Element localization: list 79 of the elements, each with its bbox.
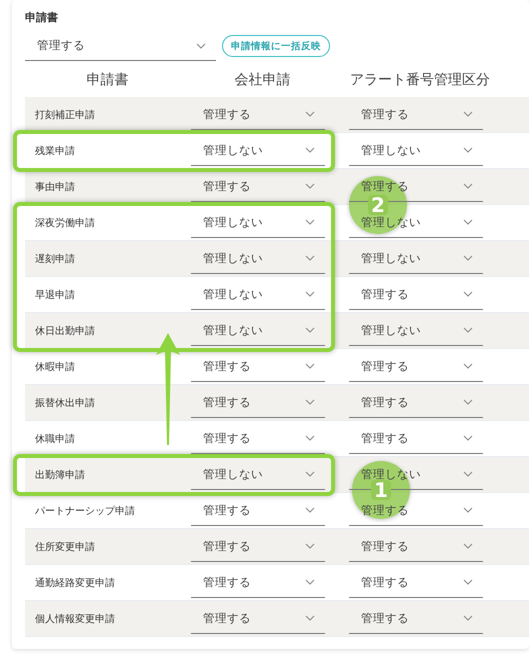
chevron-down-icon bbox=[305, 471, 315, 477]
chevron-down-icon bbox=[305, 327, 315, 333]
request-name: 振替休出申請 bbox=[34, 396, 96, 410]
chevron-down-icon bbox=[305, 579, 315, 585]
chevron-down-icon bbox=[463, 471, 473, 477]
chevron-down-icon bbox=[305, 291, 315, 297]
section-title: 申請書 bbox=[25, 10, 59, 26]
alert-dropdown[interactable]: 管理しない bbox=[349, 244, 483, 274]
company-dropdown[interactable]: 管理する bbox=[191, 424, 325, 454]
company-dropdown[interactable]: 管理しない bbox=[191, 244, 325, 274]
request-name: 休日出勤申請 bbox=[34, 324, 96, 338]
chevron-down-icon bbox=[305, 147, 315, 153]
chevron-down-icon bbox=[305, 183, 315, 189]
alert-dropdown[interactable]: 管理する bbox=[349, 100, 483, 130]
company-dropdown[interactable]: 管理する bbox=[191, 532, 325, 562]
chevron-down-icon bbox=[463, 291, 473, 297]
chevron-down-icon bbox=[463, 219, 473, 225]
chevron-down-icon bbox=[305, 255, 315, 261]
request-name: 深夜労働申請 bbox=[34, 216, 96, 230]
request-name: パートナーシップ申請 bbox=[34, 504, 136, 518]
chevron-down-icon bbox=[196, 42, 206, 48]
chevron-down-icon bbox=[305, 363, 315, 369]
company-dropdown[interactable]: 管理する bbox=[191, 388, 325, 418]
request-name: 事由申請 bbox=[34, 180, 76, 194]
chevron-down-icon bbox=[463, 507, 473, 513]
request-name: 住所変更申請 bbox=[34, 540, 96, 554]
company-dropdown[interactable]: 管理しない bbox=[191, 460, 325, 490]
alert-dropdown[interactable]: 管理する bbox=[349, 568, 483, 598]
request-name: 残業申請 bbox=[34, 144, 76, 158]
request-name: 個人情報変更申請 bbox=[34, 612, 116, 626]
company-dropdown[interactable]: 管理する bbox=[191, 568, 325, 598]
company-dropdown[interactable]: 管理する bbox=[191, 352, 325, 382]
chevron-down-icon bbox=[463, 579, 473, 585]
chevron-down-icon bbox=[305, 543, 315, 549]
chevron-down-icon bbox=[463, 147, 473, 153]
request-name: 打刻補正申請 bbox=[34, 108, 96, 122]
alert-dropdown[interactable]: 管理する bbox=[349, 352, 483, 382]
bulk-dropdown[interactable]: 管理する bbox=[25, 31, 216, 61]
company-dropdown[interactable]: 管理する bbox=[191, 100, 325, 130]
request-name: 遅刻申請 bbox=[34, 252, 76, 266]
alert-dropdown[interactable]: 管理する bbox=[349, 388, 483, 418]
company-dropdown[interactable]: 管理する bbox=[191, 496, 325, 526]
request-name: 早退申請 bbox=[34, 288, 76, 302]
chevron-down-icon bbox=[305, 615, 315, 621]
chevron-down-icon bbox=[463, 111, 473, 117]
company-dropdown[interactable]: 管理しない bbox=[191, 208, 325, 238]
company-dropdown[interactable]: 管理しない bbox=[191, 136, 325, 166]
chevron-down-icon bbox=[463, 399, 473, 405]
alert-dropdown[interactable]: 管理する bbox=[349, 280, 483, 310]
chevron-down-icon bbox=[463, 615, 473, 621]
chevron-down-icon bbox=[463, 255, 473, 261]
alert-dropdown[interactable]: 管理する bbox=[349, 424, 483, 454]
company-dropdown[interactable]: 管理する bbox=[191, 604, 325, 634]
alert-dropdown[interactable]: 管理する bbox=[349, 604, 483, 634]
step-number: 2 bbox=[368, 195, 388, 215]
company-dropdown[interactable]: 管理しない bbox=[191, 280, 325, 310]
chevron-down-icon bbox=[305, 219, 315, 225]
column-header: 申請書 bbox=[86, 70, 128, 88]
chevron-down-icon bbox=[305, 399, 315, 405]
chevron-down-icon bbox=[305, 507, 315, 513]
request-name: 休職申請 bbox=[34, 432, 76, 446]
chevron-down-icon bbox=[463, 543, 473, 549]
column-header: 会社申請 bbox=[234, 70, 290, 88]
request-name: 休暇申請 bbox=[34, 360, 76, 374]
request-name: 出勤簿申請 bbox=[34, 468, 86, 482]
alert-dropdown[interactable]: 管理する bbox=[349, 532, 483, 562]
company-dropdown[interactable]: 管理しない bbox=[191, 316, 325, 346]
chevron-down-icon bbox=[305, 435, 315, 441]
request-name: 通勤経路変更申請 bbox=[34, 576, 116, 590]
step-number: 1 bbox=[371, 480, 391, 500]
alert-dropdown[interactable]: 管理しない bbox=[349, 316, 483, 346]
chevron-down-icon bbox=[463, 183, 473, 189]
chevron-down-icon bbox=[463, 435, 473, 441]
chevron-down-icon bbox=[305, 111, 315, 117]
chevron-down-icon bbox=[463, 363, 473, 369]
company-dropdown[interactable]: 管理する bbox=[191, 172, 325, 202]
column-header: アラート番号管理区分 bbox=[350, 70, 490, 88]
chevron-down-icon bbox=[463, 327, 473, 333]
alert-dropdown[interactable]: 管理しない bbox=[349, 136, 483, 166]
